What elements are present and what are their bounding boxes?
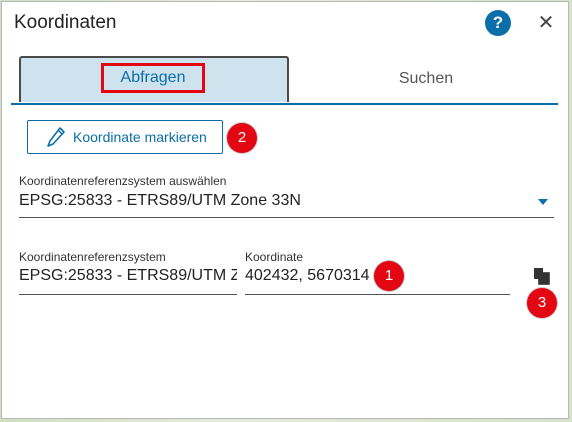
coordinate-field-value[interactable]: 402432, 5670314: [245, 267, 375, 285]
crs-field-label: Koordinatenreferenzsystem: [19, 250, 166, 264]
crs-select[interactable]: EPSG:25833 - ETRS89/UTM Zone 33N: [19, 188, 554, 216]
tab-abfragen-label: Abfragen: [101, 63, 205, 93]
close-icon[interactable]: ✕: [535, 11, 557, 35]
crs-field-value[interactable]: EPSG:25833 - ETRS89/UTM Zone 33N: [19, 267, 237, 285]
coordinate-field-underline: [245, 294, 510, 295]
coordinate-field-label: Koordinate: [245, 250, 304, 264]
tab-underline: [11, 103, 558, 105]
annotation-badge-2: 2: [227, 123, 257, 153]
crs-select-value: EPSG:25833 - ETRS89/UTM Zone 33N: [19, 192, 301, 209]
tab-abfragen[interactable]: Abfragen: [19, 56, 289, 102]
coordinates-dialog: Koordinaten ? ✕ Abfragen Suchen Koordina…: [1, 1, 569, 419]
crs-field-underline: [19, 294, 237, 295]
dialog-title: Koordinaten: [14, 12, 117, 33]
tab-bar: Abfragen Suchen: [11, 54, 559, 106]
chevron-down-icon: [538, 199, 548, 205]
pencil-icon: [47, 127, 65, 147]
crs-select-underline: [19, 217, 554, 218]
copy-icon[interactable]: [532, 266, 552, 286]
tab-suchen[interactable]: Suchen: [293, 56, 559, 102]
annotation-badge-1: 1: [374, 261, 404, 291]
title-bar: Koordinaten ? ✕: [2, 2, 568, 44]
mark-coordinate-button[interactable]: Koordinate markieren: [27, 120, 223, 154]
help-button[interactable]: ?: [485, 10, 511, 36]
crs-select-label: Koordinatenreferenzsystem auswählen: [19, 174, 227, 188]
annotation-badge-3: 3: [527, 288, 557, 318]
mark-coordinate-label: Koordinate markieren: [73, 129, 207, 145]
